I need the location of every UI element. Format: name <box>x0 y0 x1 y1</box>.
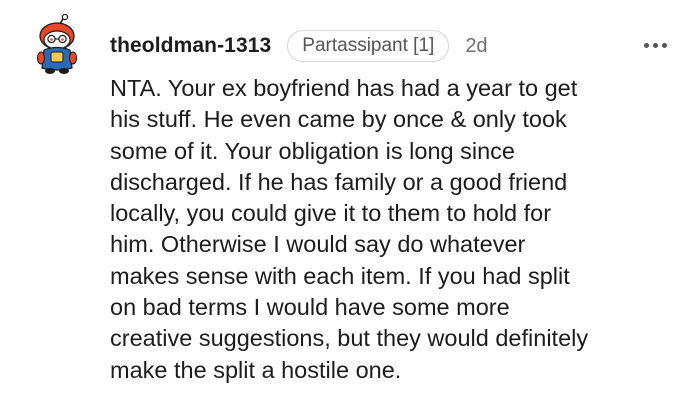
snoo-avatar-icon <box>36 13 78 74</box>
comment-body-line: make the split a hostile one. <box>110 356 402 383</box>
comment-header: theoldman-1313 Partassipant [1] 2d <box>110 28 670 64</box>
more-options-button[interactable] <box>637 30 673 60</box>
comment-body-line: on bad terms I would have some more <box>110 294 510 321</box>
comment-body-line: some of it. Your obligation is long sinc… <box>110 137 515 164</box>
comment-body-line: locally, you could give it to them to ho… <box>110 200 552 227</box>
timestamp[interactable]: 2d <box>465 35 487 58</box>
avatar[interactable] <box>32 13 84 76</box>
more-horizontal-icon <box>643 42 667 48</box>
user-flair-badge: Partassipant [1] <box>287 30 450 62</box>
comment-body: NTA. Your ex boyfriend has had a year to… <box>110 73 680 386</box>
comment-body-line: his stuff. He even came by once & only t… <box>110 106 567 133</box>
comment-body-line: NTA. Your ex boyfriend has had a year to… <box>110 75 578 101</box>
comment-body-line: makes sense with each item. If you had s… <box>110 262 570 289</box>
comment-body-line: him. Otherwise I would say do whatever <box>110 231 526 258</box>
comment-body-line: discharged. If he has family or a good f… <box>110 168 568 195</box>
comment: theoldman-1313 Partassipant [1] 2d NTA. … <box>0 0 700 411</box>
username[interactable]: theoldman-1313 <box>110 34 271 58</box>
comment-body-line: creative suggestions, but they would def… <box>110 325 589 352</box>
